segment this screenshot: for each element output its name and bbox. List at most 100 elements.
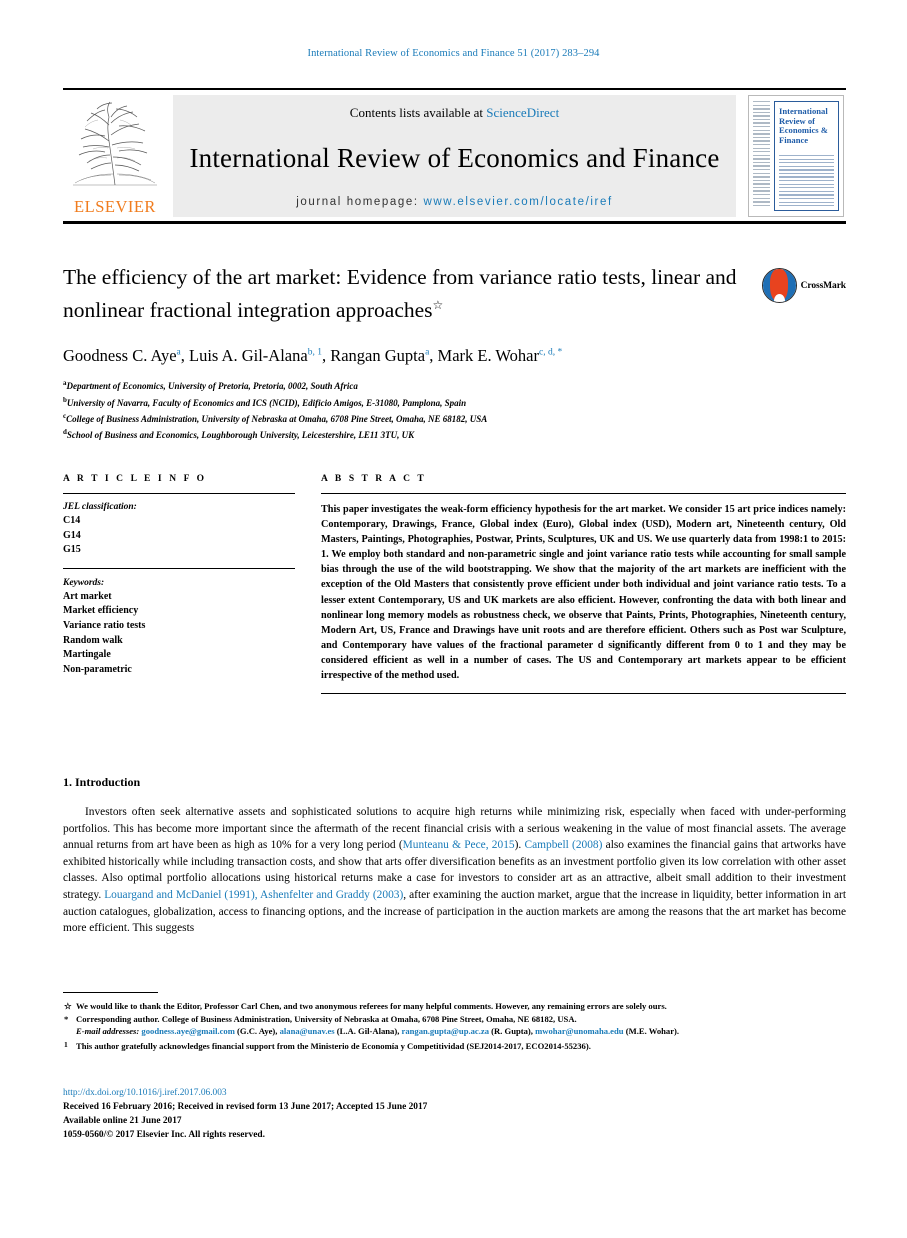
journal-title: International Review of Economics and Fi… xyxy=(189,143,720,173)
journal-homepage-line: journal homepage: www.elsevier.com/locat… xyxy=(296,196,613,208)
author-list: Goodness C. Ayea, Luis A. Gil-Alanab, 1,… xyxy=(63,346,563,366)
email-link[interactable]: alana@unav.es xyxy=(280,1026,335,1036)
crossmark-label: CrossMark xyxy=(800,280,846,291)
jel-code: C14 xyxy=(63,515,81,526)
author-affil-mark: c, d, * xyxy=(539,347,563,358)
abstract-bottom-rule xyxy=(321,693,846,695)
paper-page: International Review of Economics and Fi… xyxy=(0,0,907,1238)
keyword-item: Non-parametric xyxy=(63,663,132,675)
footnote-number-mark: 1 xyxy=(64,1040,68,1050)
email-owner: (G.C. Aye) xyxy=(237,1026,276,1037)
affiliation-item: aDepartment of Economics, University of … xyxy=(63,377,846,393)
article-title-text: The efficiency of the art market: Eviden… xyxy=(63,265,737,323)
author-name: Luis A. Gil-Alana xyxy=(189,346,308,366)
contents-prefix: Contents lists available at xyxy=(349,105,487,120)
abstract-text: This paper investigates the weak-form ef… xyxy=(321,504,846,682)
keywords-divider xyxy=(63,567,295,569)
jel-code: G14 xyxy=(63,529,81,541)
article-info-column: A R T I C L E I N F O JEL classification… xyxy=(63,474,295,694)
elsevier-wordmark: ELSEVIER xyxy=(74,196,156,216)
introduction-section: 1. Introduction Investors often seek alt… xyxy=(63,775,846,937)
affiliation-text: School of Business and Economics, Loughb… xyxy=(66,430,415,441)
keyword-item: Art market xyxy=(63,590,112,602)
email-link[interactable]: rangan.gupta@up.ac.za xyxy=(402,1026,490,1036)
cover-text-lines xyxy=(779,155,834,207)
keyword-item: Variance ratio tests xyxy=(63,619,146,631)
jel-label: JEL classification: xyxy=(63,502,137,512)
masthead-center-banner: Contents lists available at ScienceDirec… xyxy=(173,95,736,217)
footnote-star-mark: ☆ xyxy=(64,1001,72,1011)
footnote-asterisk-mark: * xyxy=(64,1013,69,1024)
received-dates: Received 16 February 2016; Received in r… xyxy=(63,1102,428,1112)
title-footnote-mark: ☆ xyxy=(432,298,444,312)
affiliation-item: bUniversity of Navarra, Faculty of Econo… xyxy=(63,394,846,410)
citation-link[interactable]: Campbell (2008) xyxy=(524,839,602,851)
email-addresses-label: E-mail addresses: xyxy=(76,1026,140,1037)
journal-masthead: ELSEVIER Contents lists available at Sci… xyxy=(63,88,846,224)
citation-link[interactable]: Munteanu & Pece, 2015 xyxy=(403,839,515,851)
keywords-label: Keywords: xyxy=(63,577,105,588)
author-affil-mark: b, 1 xyxy=(307,347,322,358)
homepage-prefix: journal homepage: xyxy=(296,196,424,208)
abstract-heading: A B S T R A C T xyxy=(321,474,427,484)
affiliation-item: cCollege of Business Administration, Uni… xyxy=(63,410,846,426)
author-name: Goodness C. Aye xyxy=(63,346,177,366)
journal-cover-thumbnail: International Review of Economics & Fina… xyxy=(748,95,844,217)
sciencedirect-link[interactable]: ScienceDirect xyxy=(486,105,559,120)
footnote-corresponding-author: * Corresponding author. College of Busine… xyxy=(63,1013,846,1026)
email-owner: (M.E. Wohar) xyxy=(625,1026,677,1037)
footnote-funding-note: 1 This author gratefully acknowledges fin… xyxy=(63,1040,846,1053)
crossmark-icon xyxy=(761,268,797,303)
keyword-item: Market efficiency xyxy=(63,605,139,617)
footnotes-section: ☆ We would like to thank the Editor, Prof… xyxy=(63,992,846,1053)
intro-text-part2: ). xyxy=(514,839,525,852)
section-heading-introduction: 1. Introduction xyxy=(63,775,141,789)
introduction-paragraph: Investors often seek alternative assets … xyxy=(63,804,846,937)
elsevier-logo: ELSEVIER xyxy=(63,95,167,217)
footnote-funding-text: This author gratefully acknowledges fina… xyxy=(76,1041,591,1052)
journal-cover: International Review of Economics & Fina… xyxy=(746,95,846,217)
author-name: Mark E. Wohar xyxy=(437,346,539,366)
cover-journal-title: International Review of Economics & Fina… xyxy=(779,106,828,145)
available-online-date: Available online 21 June 2017 xyxy=(63,1116,182,1126)
running-head: International Review of Economics and Fi… xyxy=(307,48,600,59)
keyword-item: Martingale xyxy=(63,649,111,661)
article-info-rule xyxy=(63,493,295,494)
footnote-corr-text: Corresponding author. College of Busines… xyxy=(76,1013,577,1024)
footnote-star-text: We would like to thank the Editor, Profe… xyxy=(76,1001,667,1011)
affiliation-text: Department of Economics, University of P… xyxy=(66,381,358,392)
footnote-separator-rule xyxy=(63,992,158,993)
crossmark-badge[interactable]: CrossMark xyxy=(761,268,846,303)
email-owner: (L.A. Gil-Alana) xyxy=(336,1026,398,1037)
author-affil-mark: a xyxy=(176,347,181,358)
email-link[interactable]: mwohar@unomaha.edu xyxy=(535,1026,623,1036)
footnote-acknowledgement: ☆ We would like to thank the Editor, Prof… xyxy=(63,1000,846,1013)
cover-panel: International Review of Economics & Fina… xyxy=(774,101,839,211)
doi-link[interactable]: http://dx.doi.org/10.1016/j.iref.2017.06… xyxy=(63,1086,846,1100)
author-name: Rangan Gupta xyxy=(330,346,426,366)
masthead-top-rule xyxy=(63,88,846,90)
info-abstract-section: A R T I C L E I N F O JEL classification… xyxy=(63,474,846,695)
jel-classification-group: JEL classification: C14 G14 G15 xyxy=(63,502,295,558)
abstract-column: A B S T R A C T This paper investigates … xyxy=(321,474,846,695)
contents-available-line: Contents lists available at ScienceDirec… xyxy=(350,105,559,121)
article-info-heading: A R T I C L E I N F O xyxy=(63,474,207,484)
masthead-bottom-rule xyxy=(63,221,846,224)
citation-link[interactable]: Louargand and McDaniel (1991), Ashenfelt… xyxy=(104,889,403,901)
publication-info: http://dx.doi.org/10.1016/j.iref.2017.06… xyxy=(63,1086,846,1142)
email-link[interactable]: goodness.aye@gmail.com xyxy=(141,1026,234,1036)
affiliation-text: College of Business Administration, Univ… xyxy=(66,413,488,424)
page-title: The efficiency of the art market: Eviden… xyxy=(63,263,753,324)
journal-homepage-link[interactable]: www.elsevier.com/locate/iref xyxy=(424,196,613,208)
abstract-rule xyxy=(321,493,846,494)
affiliation-item: dSchool of Business and Economics, Lough… xyxy=(63,426,846,442)
affiliation-text: University of Navarra, Faculty of Econom… xyxy=(66,397,467,408)
title-block: CrossMark The efficiency of the art mark… xyxy=(63,263,846,443)
footnote-emails: E-mail addresses: goodness.aye@gmail.com… xyxy=(76,1026,680,1037)
jel-code: G15 xyxy=(63,544,81,556)
keyword-item: Random walk xyxy=(63,634,123,646)
cover-sidebar-lines xyxy=(753,101,770,209)
author-affil-mark: a xyxy=(425,347,430,358)
email-owner: (R. Gupta) xyxy=(491,1026,531,1037)
elsevier-tree-icon xyxy=(67,97,163,189)
